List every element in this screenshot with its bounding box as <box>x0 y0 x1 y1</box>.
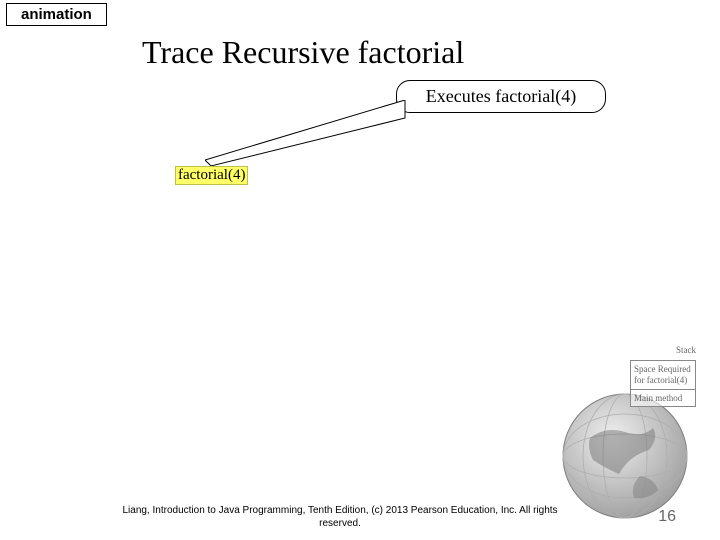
code-fragment: factorial(4) <box>175 166 248 185</box>
slide-title: Trace Recursive factorial <box>142 34 464 71</box>
stack-frame: Space Required for factorial(4) <box>630 360 696 390</box>
stack-header: Stack <box>630 345 696 355</box>
stack-diagram: Stack Space Required for factorial(4) Ma… <box>630 345 696 407</box>
stack-frame: Main method <box>630 389 696 408</box>
footer-copyright: Liang, Introduction to Java Programming,… <box>120 505 560 530</box>
page-number: 16 <box>658 508 676 526</box>
callout-pointer <box>205 100 415 170</box>
slide: animation Trace Recursive factorial Exec… <box>0 0 720 540</box>
animation-label: animation <box>6 3 107 26</box>
callout-box: Executes factorial(4) <box>396 80 606 113</box>
